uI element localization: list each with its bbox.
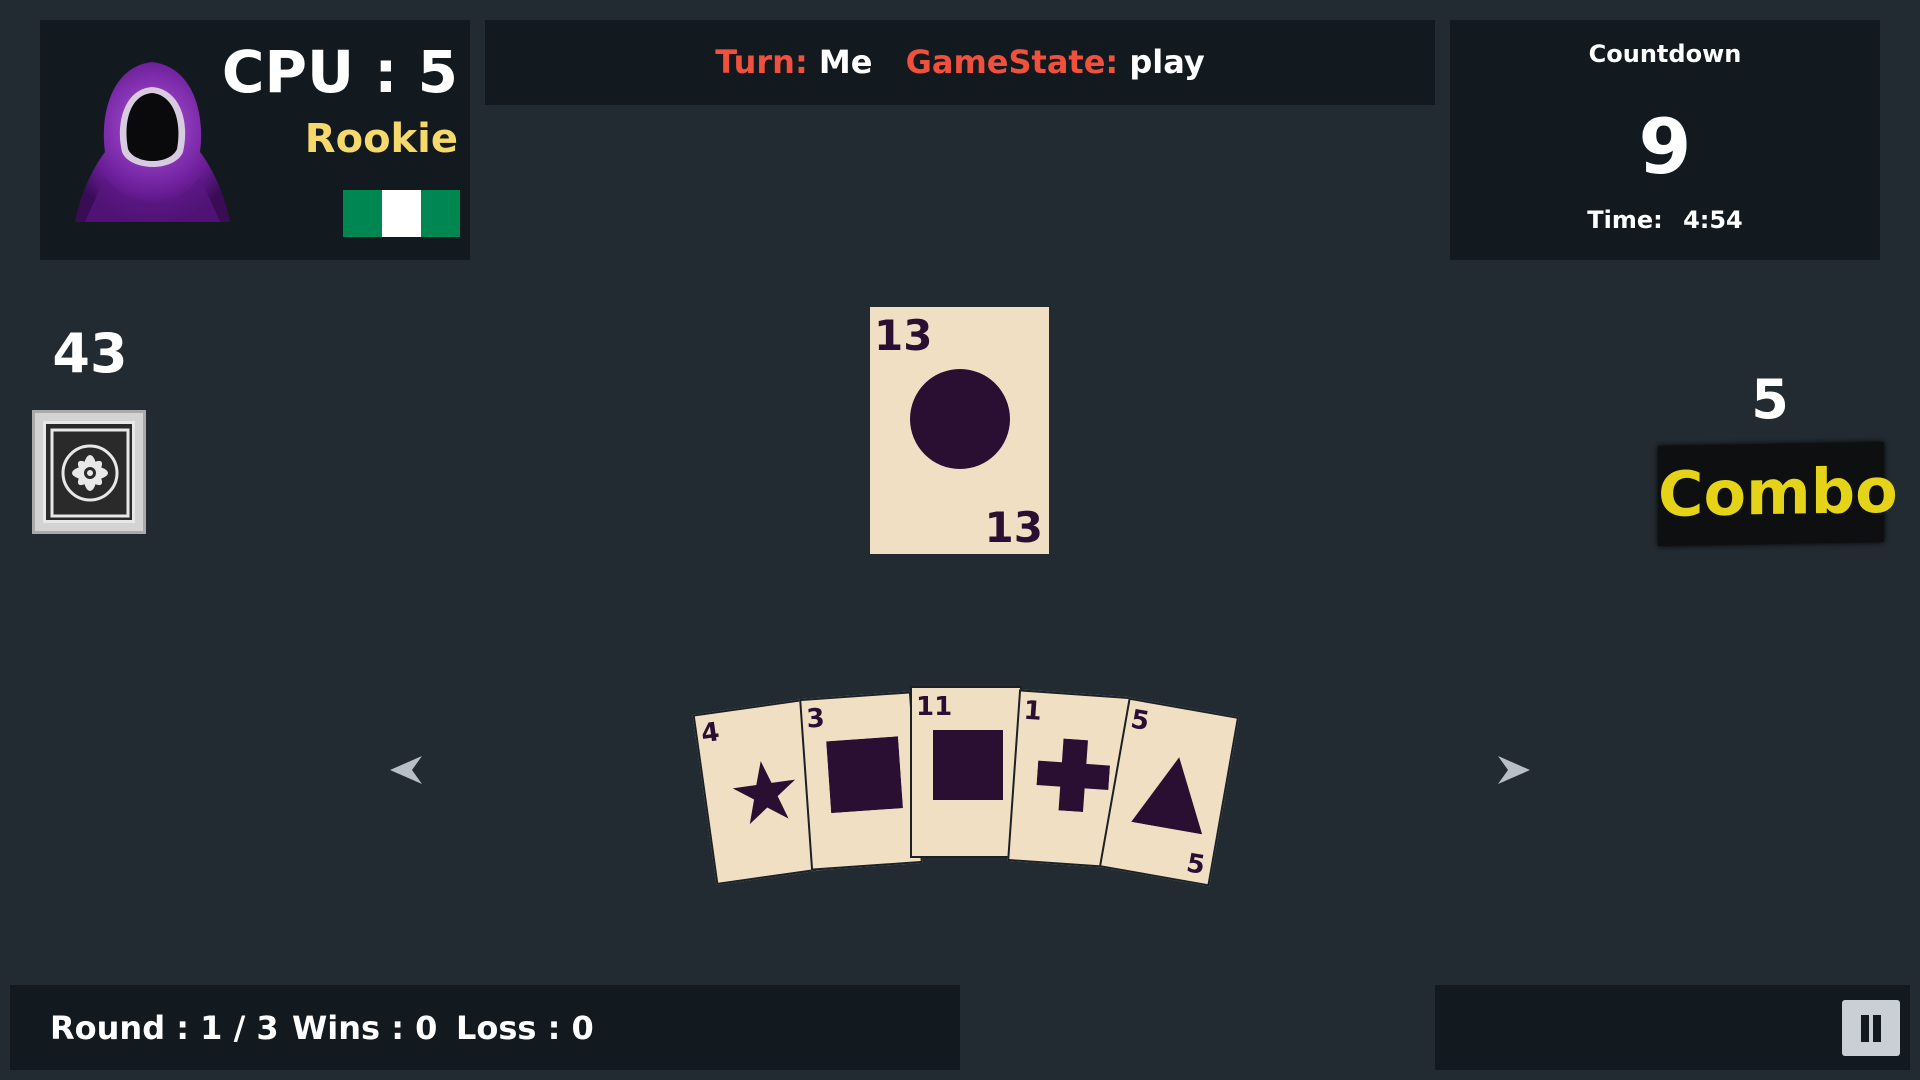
star-icon xyxy=(732,761,796,825)
time-row: Time: 4:54 xyxy=(1450,206,1880,234)
card-number: 11 xyxy=(916,692,953,722)
loss-counter: Loss : 0 xyxy=(456,1009,594,1047)
flag-stripe-left xyxy=(343,190,382,237)
status-bar: Turn: Me GameState: play xyxy=(485,20,1435,105)
card-number-bottom: 5 xyxy=(1184,848,1208,882)
countdown-label: Countdown xyxy=(1588,40,1742,68)
ornament-icon xyxy=(50,428,130,518)
opponent-panel: CPU : 5 Rookie xyxy=(40,20,470,260)
opponent-score-label: CPU : 5 xyxy=(221,38,458,106)
turn-label: Turn: xyxy=(715,43,808,81)
round-counter: Round : 1 / 3 xyxy=(50,1009,279,1047)
round-info-bar: Round : 1 / 3 Wins : 0 Loss : 0 xyxy=(10,985,960,1070)
scroll-right-button[interactable] xyxy=(1496,752,1532,788)
deck-count: 43 xyxy=(52,322,128,385)
wins-counter: Wins : 0 xyxy=(292,1009,438,1047)
triangle-icon xyxy=(1131,757,1203,835)
hand-card-2[interactable]: 3 xyxy=(799,691,923,871)
flag-stripe-right xyxy=(421,190,460,237)
cross-icon xyxy=(1036,738,1111,813)
countdown-panel: Countdown 9 Time: 4:54 xyxy=(1450,20,1880,260)
time-label: Time: xyxy=(1587,206,1663,234)
card-number: 3 xyxy=(805,703,826,735)
gamestate-value: play xyxy=(1129,43,1205,81)
opponent-avatar xyxy=(70,57,235,222)
time-value: 4:54 xyxy=(1683,206,1743,234)
turn-value: Me xyxy=(818,43,873,81)
square-icon xyxy=(826,736,903,814)
discard-pile-card: 13 13 xyxy=(870,307,1049,554)
pause-button[interactable] xyxy=(1842,1000,1900,1056)
card-number-bottom: 13 xyxy=(984,503,1043,552)
opponent-rank-label: Rookie xyxy=(304,116,458,162)
countdown-value: 9 xyxy=(1638,102,1692,191)
gamestate-label: GameState: xyxy=(905,43,1119,81)
circle-icon xyxy=(910,369,1010,469)
square-icon xyxy=(933,730,1003,800)
flag-icon xyxy=(343,190,460,237)
arrow-left-icon xyxy=(390,756,422,784)
card-number: 4 xyxy=(699,717,722,750)
card-number-top: 13 xyxy=(874,311,933,360)
hooded-figure-icon xyxy=(75,62,230,222)
flag-stripe-middle xyxy=(382,190,421,237)
control-bar xyxy=(1435,985,1910,1070)
combo-label: Combo xyxy=(1658,453,1898,531)
combo-badge: Combo xyxy=(1658,442,1898,546)
draw-deck[interactable] xyxy=(32,410,146,534)
card-number: 1 xyxy=(1022,695,1043,727)
scroll-left-button[interactable] xyxy=(388,752,424,788)
hand-card-3[interactable]: 11 xyxy=(910,686,1022,858)
arrow-right-icon xyxy=(1498,756,1530,784)
card-number: 5 xyxy=(1128,704,1152,738)
combo-count: 5 xyxy=(1751,368,1789,431)
deck-card-back xyxy=(43,421,135,523)
